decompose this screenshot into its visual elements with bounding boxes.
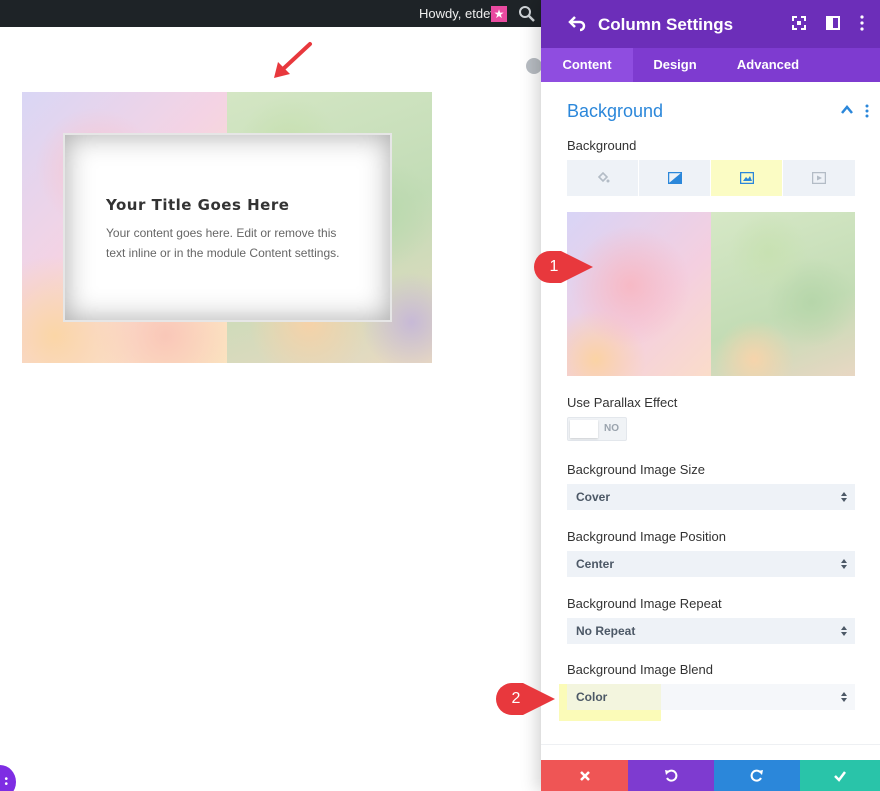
column-with-background[interactable]: Your Title Goes Here Your content goes h… — [22, 92, 432, 363]
image-icon — [740, 172, 754, 184]
bg-image-tab[interactable] — [711, 160, 782, 196]
background-section: Background Background Use Parallax Effec… — [541, 82, 880, 760]
gradient-icon — [668, 172, 682, 184]
more-options-icon[interactable] — [859, 15, 865, 31]
panel-header: Column Settings — [541, 0, 880, 48]
select-caret-icon — [841, 492, 847, 502]
card-title[interactable]: Your Title Goes Here — [106, 196, 289, 214]
video-icon — [812, 172, 826, 184]
card-body-text[interactable]: Your content goes here. Edit or remove t… — [106, 223, 356, 263]
field-label-image-repeat: Background Image Repeat — [567, 596, 722, 611]
image-position-select[interactable]: Center — [567, 551, 855, 577]
tab-design[interactable]: Design — [633, 48, 717, 82]
builder-menu-button[interactable]: • • — [0, 765, 16, 791]
save-button[interactable] — [800, 760, 880, 791]
select-caret-icon — [841, 692, 847, 702]
image-blend-select[interactable]: Color — [567, 684, 855, 710]
panel-footer — [541, 760, 880, 791]
parallax-toggle[interactable]: NO — [567, 417, 627, 441]
close-icon — [579, 771, 590, 781]
chevron-up-icon[interactable] — [841, 105, 853, 114]
tab-content[interactable]: Content — [541, 48, 633, 82]
undo-icon — [665, 769, 678, 782]
builder-canvas: Your Title Goes Here Your content goes h… — [0, 27, 541, 791]
select-caret-icon — [841, 559, 847, 569]
undo-button[interactable] — [628, 760, 714, 791]
panel-title: Column Settings — [598, 15, 734, 34]
image-size-select[interactable]: Cover — [567, 484, 855, 510]
tab-advanced[interactable]: Advanced — [717, 48, 819, 82]
section-options-icon[interactable] — [865, 104, 869, 118]
callout-2: 2 — [495, 682, 559, 716]
field-label-image-position: Background Image Position — [567, 529, 726, 544]
bg-color-tab[interactable] — [567, 160, 638, 196]
pointer-arrow-annotation — [274, 42, 312, 78]
howdy-user-link[interactable]: Howdy, etdev — [419, 6, 497, 21]
split-view-icon[interactable] — [826, 16, 840, 30]
callout-1: 1 — [533, 250, 597, 284]
redo-button[interactable] — [714, 760, 800, 791]
field-label-image-size: Background Image Size — [567, 462, 706, 477]
parallax-label: Use Parallax Effect — [567, 395, 678, 410]
parallax-toggle-value: NO — [604, 423, 619, 434]
dots-icon: • • — [4, 774, 8, 790]
column-settings-panel: Column Settings Content Design Advanced … — [541, 0, 880, 791]
check-icon — [834, 771, 846, 782]
bg-gradient-tab[interactable] — [639, 160, 710, 196]
redo-icon — [750, 769, 763, 782]
image-repeat-select[interactable]: No Repeat — [567, 618, 855, 644]
background-type-tabs — [567, 160, 855, 196]
field-label-image-blend: Background Image Blend — [567, 662, 713, 677]
settings-tabs: Content Design Advanced — [541, 48, 880, 82]
bg-video-tab[interactable] — [783, 160, 854, 196]
search-icon[interactable] — [518, 5, 536, 23]
section-title[interactable]: Background — [567, 101, 663, 122]
user-avatar[interactable]: ★ — [491, 6, 507, 22]
background-label: Background — [567, 138, 637, 153]
background-image-preview[interactable] — [567, 212, 855, 376]
text-module-card[interactable]: Your Title Goes Here Your content goes h… — [63, 133, 392, 322]
paint-bucket-icon — [597, 172, 610, 183]
fullscreen-icon[interactable] — [792, 16, 806, 30]
back-arrow-icon[interactable] — [568, 14, 586, 32]
select-caret-icon — [841, 626, 847, 636]
cancel-button[interactable] — [541, 760, 628, 791]
